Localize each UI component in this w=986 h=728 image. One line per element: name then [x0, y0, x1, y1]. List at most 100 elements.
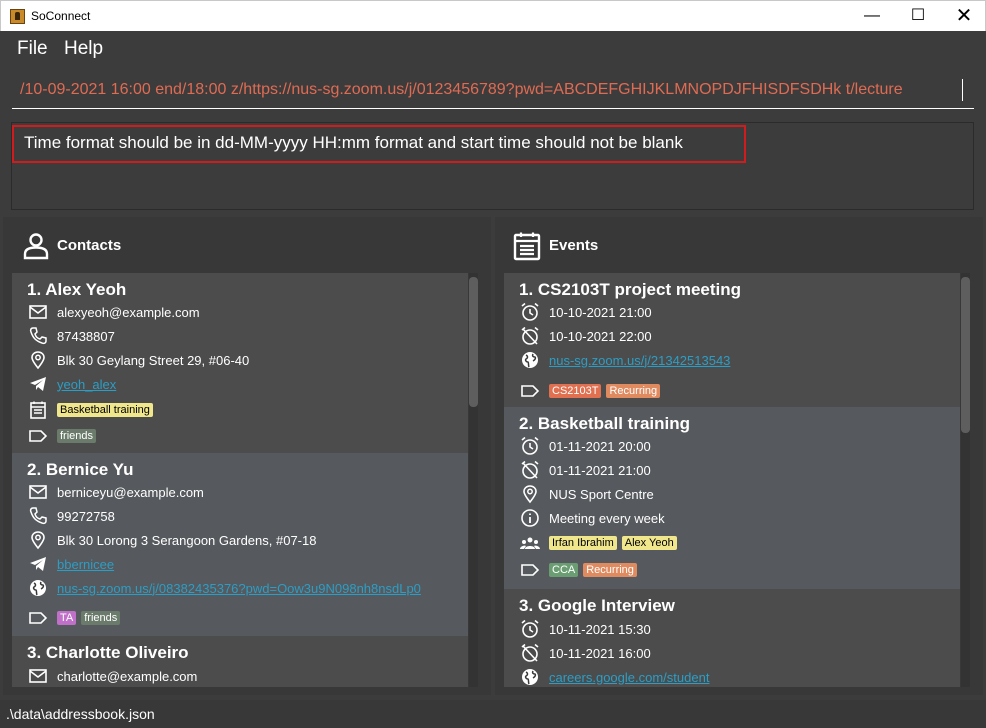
start-time-row: 10-11-2021 15:30: [520, 619, 651, 639]
mail-icon: [29, 485, 47, 499]
tags-row: CS2103T Recurring: [520, 381, 661, 401]
participants-row: Irfan Ibrahim Alex Yeoh: [520, 533, 677, 553]
address-row: Blk 30 Lorong 3 Serangoon Gardens, #07-1…: [28, 530, 316, 550]
globe-icon: [522, 669, 538, 685]
contact-address: Blk 30 Geylang Street 29, #06-40: [57, 352, 250, 368]
events-scrollbar[interactable]: [961, 273, 970, 687]
telegram-row: yeoh_alex: [28, 374, 116, 394]
tag-icon: [29, 612, 48, 624]
telegram-row: bbernicee: [28, 554, 114, 574]
contact-name: 1. Alex Yeoh: [27, 280, 127, 299]
location-pin-icon: [31, 351, 45, 370]
contact-card[interactable]: 1. Alex Yeoh alexyeoh@example.com 874388…: [12, 273, 468, 453]
location-pin-icon: [523, 485, 537, 504]
events-scroll-thumb[interactable]: [961, 277, 970, 433]
alarm-clock-icon: [521, 302, 539, 321]
contact-email: charlotte@example.com: [57, 668, 198, 684]
maximize-button[interactable]: ☐: [895, 1, 941, 31]
window-title-bar: SoConnect — ☐ ✕: [0, 0, 986, 31]
event-end: 01-11-2021 21:00: [549, 462, 651, 478]
email-row: berniceyu@example.com: [28, 482, 204, 502]
contact-zoom-link[interactable]: nus-sg.zoom.us/j/08382435376?pwd=Oow3u9N…: [57, 581, 421, 596]
event-start: 10-10-2021 21:00: [549, 304, 652, 320]
event-tag[interactable]: Basketball training: [57, 403, 153, 417]
tag-icon: [521, 385, 540, 397]
person-icon: [23, 233, 49, 260]
event-address: NUS Sport Centre: [549, 486, 654, 502]
telegram-icon: [30, 557, 46, 571]
command-box[interactable]: /10-09-2021 16:00 end/18:00 z/https://nu…: [12, 69, 974, 109]
result-display: Time format should be in dd-MM-yyyy HH:m…: [11, 122, 974, 210]
contact-phone: 87438807: [57, 328, 115, 344]
contact-card[interactable]: 3. Charlotte Oliveiro charlotte@example.…: [12, 636, 468, 687]
contact-address: Blk 30 Lorong 3 Serangoon Gardens, #07-1…: [57, 532, 317, 548]
command-input[interactable]: /10-09-2021 16:00 end/18:00 z/https://nu…: [20, 81, 965, 99]
email-row: charlotte@example.com: [28, 666, 197, 686]
people-icon: [520, 537, 540, 549]
tag[interactable]: Recurring: [606, 384, 661, 398]
contacts-panel: Contacts 1. Alex Yeoh alexyeoh@example.c…: [3, 217, 491, 695]
close-button[interactable]: ✕: [941, 1, 986, 31]
info-icon: [521, 509, 539, 527]
tag[interactable]: CCA: [549, 563, 579, 577]
status-bar: .\data\addressbook.json: [0, 700, 986, 728]
phone-icon: [29, 327, 47, 345]
event-list[interactable]: 1. CS2103T project meeting 10-10-2021 21…: [504, 273, 960, 687]
alarm-clock-icon: [521, 436, 539, 455]
tag[interactable]: friends: [57, 429, 97, 443]
tags-row: friends: [28, 426, 97, 446]
events-panel: Events 1. CS2103T project meeting 10-10-…: [495, 217, 983, 695]
address-row: NUS Sport Centre: [520, 484, 654, 504]
participant-tag[interactable]: Alex Yeoh: [621, 536, 677, 550]
event-card[interactable]: 1. CS2103T project meeting 10-10-2021 21…: [504, 273, 960, 407]
telegram-icon: [30, 377, 46, 391]
phone-row: 99272758: [28, 506, 115, 526]
menu-bar: File Help: [0, 31, 986, 66]
tag[interactable]: friends: [81, 611, 121, 625]
start-time-row: 10-10-2021 21:00: [520, 302, 652, 322]
email-row: alexyeoh@example.com: [28, 302, 200, 322]
alarm-clock-icon: [521, 619, 539, 638]
events-header: Events: [495, 217, 983, 272]
contact-telegram-link[interactable]: yeoh_alex: [57, 377, 116, 392]
tag[interactable]: CS2103T: [549, 384, 602, 398]
event-card[interactable]: 3. Google Interview 10-11-2021 15:30 10-…: [504, 589, 960, 687]
event-end: 10-11-2021 16:00: [549, 645, 651, 661]
minimize-button[interactable]: —: [849, 1, 895, 31]
event-zoom-link[interactable]: careers.google.com/student: [549, 670, 709, 685]
contacts-scrollbar[interactable]: [469, 273, 478, 687]
contact-list[interactable]: 1. Alex Yeoh alexyeoh@example.com 874388…: [12, 273, 468, 687]
globe-icon: [30, 580, 46, 596]
alarm-off-icon: [521, 326, 539, 345]
event-zoom-link[interactable]: nus-sg.zoom.us/j/21342513543: [549, 353, 730, 368]
contacts-title: Contacts: [57, 237, 122, 254]
contact-name: 2. Bernice Yu: [27, 460, 134, 479]
event-end: 10-10-2021 22:00: [549, 328, 652, 344]
event-name: 1. CS2103T project meeting: [519, 280, 742, 299]
contact-email: alexyeoh@example.com: [57, 304, 200, 320]
text-caret: [962, 79, 963, 101]
calendar-icon: [30, 401, 46, 419]
event-name: 3. Google Interview: [519, 596, 675, 615]
contact-telegram-link[interactable]: bbernicee: [57, 557, 114, 572]
menu-help[interactable]: Help: [64, 38, 103, 60]
event-description: Meeting every week: [549, 510, 665, 526]
participant-tag[interactable]: Irfan Ibrahim: [549, 536, 617, 550]
contacts-scroll-thumb[interactable]: [469, 277, 478, 407]
mail-icon: [29, 669, 47, 683]
contact-card[interactable]: 2. Bernice Yu berniceyu@example.com 9927…: [12, 453, 468, 636]
menu-file[interactable]: File: [17, 38, 48, 60]
event-start: 10-11-2021 15:30: [549, 621, 651, 637]
events-title: Events: [549, 237, 599, 254]
end-time-row: 10-10-2021 22:00: [520, 326, 652, 346]
result-message: Time format should be in dd-MM-yyyy HH:m…: [24, 133, 683, 152]
alarm-off-icon: [521, 643, 539, 662]
phone-row: 87438807: [28, 326, 115, 346]
zoom-row: nus-sg.zoom.us/j/21342513543: [520, 350, 730, 370]
event-card[interactable]: 2. Basketball training 01-11-2021 20:00 …: [504, 407, 960, 589]
tag[interactable]: TA: [57, 611, 77, 625]
tag[interactable]: Recurring: [583, 563, 637, 577]
calendar-icon: [513, 232, 541, 261]
alarm-off-icon: [521, 460, 539, 479]
end-time-row: 01-11-2021 21:00: [520, 460, 651, 480]
